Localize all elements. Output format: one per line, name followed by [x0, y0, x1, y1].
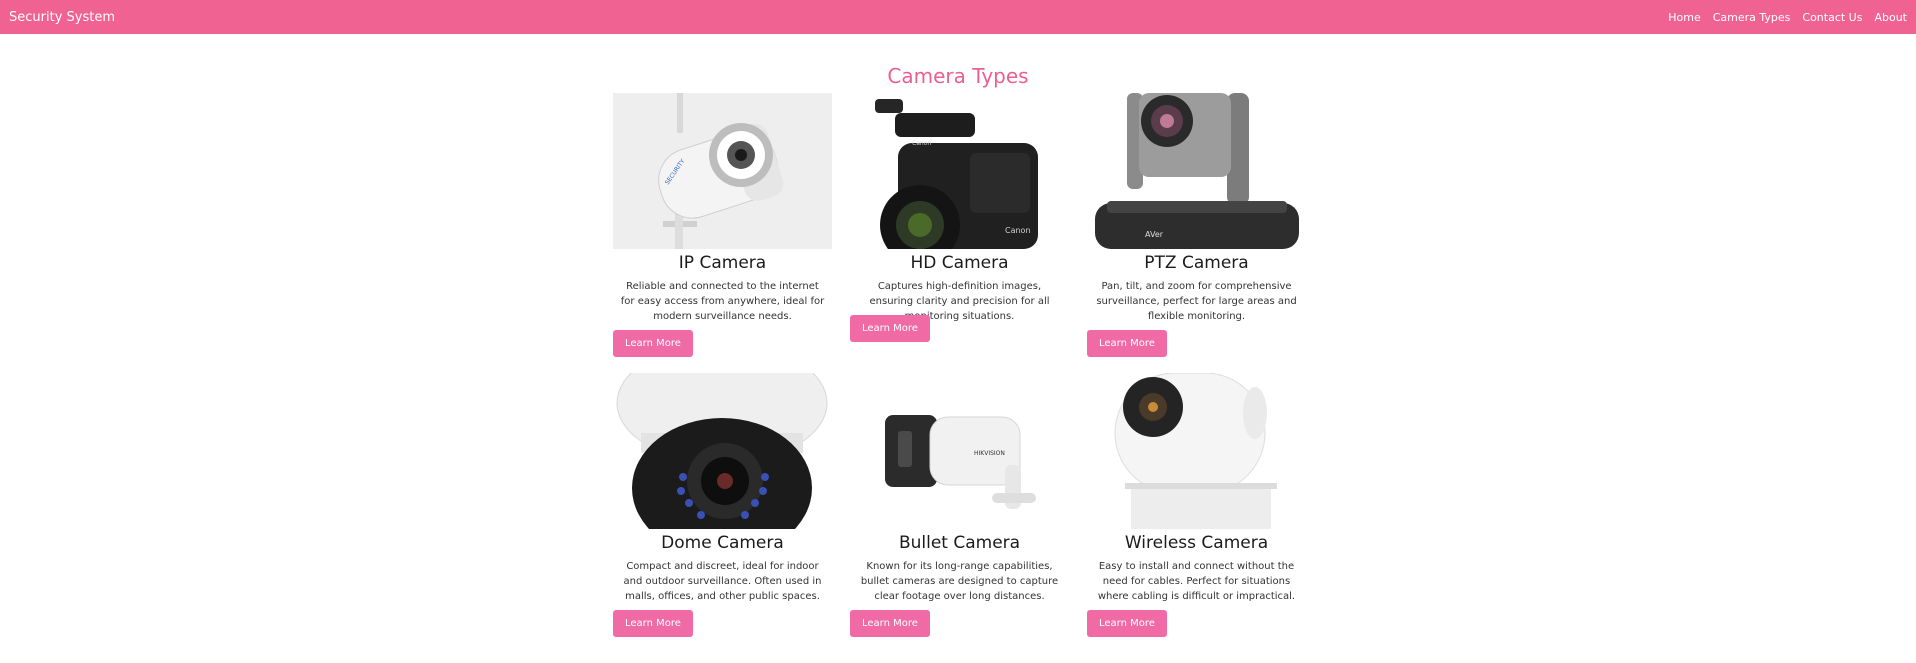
svg-text:Canon: Canon — [912, 140, 931, 147]
camera-card-dome: Dome Camera Compact and discreet, ideal … — [613, 373, 832, 641]
card-title: Dome Camera — [661, 533, 784, 553]
hd-camera-image: Canon Canon — [850, 93, 1069, 249]
learn-more-button[interactable]: Learn More — [1087, 610, 1167, 637]
learn-more-button[interactable]: Learn More — [613, 610, 693, 637]
learn-more-button[interactable]: Learn More — [850, 315, 930, 342]
nav-link-contact-us[interactable]: Contact Us — [1802, 11, 1862, 24]
learn-more-button[interactable]: Learn More — [613, 330, 693, 357]
card-title: IP Camera — [678, 253, 767, 273]
nav-link-home[interactable]: Home — [1668, 11, 1700, 24]
card-description: Reliable and connected to the internet f… — [620, 281, 825, 322]
brand-link[interactable]: Security System — [9, 10, 115, 25]
card-title: HD Camera — [910, 253, 1009, 273]
card-title: Wireless Camera — [1124, 533, 1269, 553]
card-description: Known for its long-range capabilities, b… — [860, 561, 1059, 602]
page-title: Camera Types — [887, 64, 1029, 88]
nav-link-camera-types[interactable]: Camera Types — [1713, 11, 1791, 24]
card-description: Compact and discreet, ideal for indoor a… — [623, 561, 822, 602]
learn-more-button[interactable]: Learn More — [850, 610, 930, 637]
camera-card-hd: Canon Canon HD Camera Captures high-defi… — [850, 93, 1069, 361]
dome-camera-image — [613, 373, 832, 529]
camera-card-wireless: Wireless Camera Easy to install and conn… — [1087, 373, 1306, 641]
navbar: Security System Home Camera Types Contac… — [0, 0, 1916, 34]
camera-grid: SECURITY IP Camera Reliable and connecte… — [613, 93, 1306, 641]
card-title: PTZ Camera — [1144, 253, 1249, 273]
card-title: Bullet Camera — [898, 533, 1021, 553]
nav-links: Home Camera Types Contact Us About — [1668, 11, 1907, 24]
card-description: Pan, tilt, and zoom for comprehensive su… — [1096, 281, 1297, 322]
nav-link-about[interactable]: About — [1874, 11, 1907, 24]
svg-text:AVer: AVer — [1145, 230, 1164, 239]
bullet-camera-image: HIKVISION — [850, 373, 1069, 529]
wireless-camera-image — [1087, 373, 1306, 529]
svg-text:HIKVISION: HIKVISION — [974, 450, 1005, 457]
camera-card-ptz: AVer PTZ Camera Pan, tilt, and zoom for … — [1087, 93, 1306, 361]
camera-card-ip: SECURITY IP Camera Reliable and connecte… — [613, 93, 832, 361]
svg-text:Canon: Canon — [1005, 226, 1031, 235]
card-description: Easy to install and connect without the … — [1097, 561, 1296, 602]
ip-camera-image: SECURITY — [613, 93, 832, 249]
learn-more-button[interactable]: Learn More — [1087, 330, 1167, 357]
camera-card-bullet: HIKVISION Bullet Camera Known for its lo… — [850, 373, 1069, 641]
ptz-camera-image: AVer — [1087, 93, 1306, 249]
